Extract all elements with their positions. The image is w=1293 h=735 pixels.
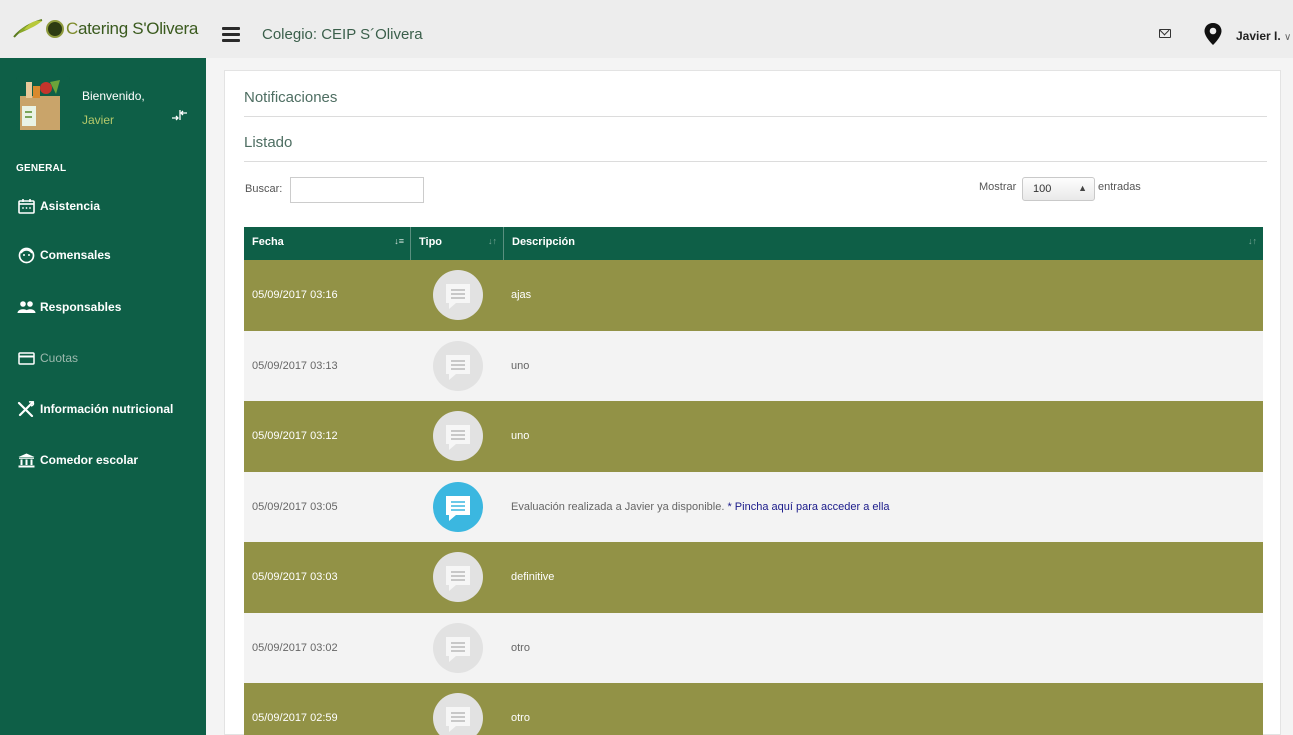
cell-description: otro [504, 642, 1263, 654]
message-icon [432, 270, 483, 321]
cell-date: 05/09/2017 03:12 [252, 430, 338, 443]
cell-date: 05/09/2017 03:13 [252, 359, 338, 372]
table-row[interactable]: 05/09/2017 03:13 uno [244, 330, 1263, 401]
description-text: Evaluación realizada a Javier ya disponi… [511, 500, 725, 513]
sort-icon: ↓↑ [488, 236, 497, 246]
olive-icon [46, 20, 64, 38]
sort-icon: ↓↑ [1248, 236, 1257, 246]
message-icon [432, 622, 483, 673]
cell-type [411, 410, 504, 462]
cell-date: 05/09/2017 03:05 [252, 500, 338, 513]
page-size-select[interactable]: 100 ▲︎ [1022, 177, 1095, 201]
search-label: Buscar: [245, 183, 283, 195]
cell-description: uno [504, 360, 1263, 372]
sidebar-item-label: Responsables [40, 300, 122, 314]
brand-name: Catering S'Olivera [66, 19, 199, 38]
cell-date: 05/09/2017 03:02 [252, 641, 338, 654]
message-icon [432, 340, 483, 391]
table-row[interactable]: 05/09/2017 03:03 definitive [244, 542, 1263, 613]
cell-type [411, 551, 504, 603]
notifications-panel: Notificaciones Listado Buscar: Mostrar 1… [224, 70, 1281, 735]
divider [244, 116, 1267, 117]
description-text: ajas [511, 289, 532, 302]
olive-leaf-icon [13, 19, 43, 38]
cell-type [411, 340, 504, 392]
sidebar-item-label: Información nutricional [40, 402, 174, 416]
user-name: Javier [82, 113, 115, 127]
message-icon [432, 552, 483, 603]
evaluation-link[interactable]: * Pincha aquí para acceder a ella [727, 501, 889, 513]
sort-desc-icon: ↓≡ [394, 236, 404, 246]
table-row[interactable]: 05/09/2017 02:59 otro [244, 683, 1263, 735]
sidebar-item-comedor-escolar[interactable]: Comedor escolar [16, 449, 138, 471]
brand-logo[interactable]: Catering S'Olivera [0, 0, 206, 58]
table-row[interactable]: 05/09/2017 03:16 ajas [244, 260, 1263, 331]
cell-description: ajas [504, 289, 1263, 301]
description-text: uno [511, 430, 530, 443]
people-icon [16, 298, 36, 316]
description-text: definitive [511, 571, 555, 584]
sidebar-item-cuotas[interactable]: Cuotas [16, 347, 78, 369]
description-text: uno [511, 359, 530, 372]
mail-icon[interactable] [1159, 29, 1171, 38]
face-icon [16, 246, 36, 264]
table-row[interactable]: 05/09/2017 03:12 uno [244, 401, 1263, 472]
table-body: 05/09/2017 03:16 ajas 05/09/2017 03:13 uno 0… [244, 260, 1263, 735]
sidebar-item-comensales[interactable]: Comensales [16, 244, 111, 266]
description-text: otro [511, 641, 530, 654]
column-header-fecha[interactable]: Fecha ↓≡ [244, 227, 411, 260]
calendar-icon [16, 197, 36, 215]
cell-type [411, 622, 504, 674]
cell-date: 05/09/2017 03:16 [252, 289, 338, 302]
cell-description: Evaluación realizada a Javier ya disponi… [504, 501, 1263, 513]
cell-description: uno [504, 430, 1263, 442]
sidebar-item-asistencia[interactable]: Asistencia [16, 195, 100, 217]
search-input[interactable] [290, 177, 424, 203]
message-icon [432, 411, 483, 462]
select-arrows-icon: ▲︎ [1078, 183, 1087, 193]
show-label: Mostrar [979, 181, 1017, 193]
sidebar-item-informacion-nutricional[interactable]: Información nutricional [16, 398, 173, 420]
message-icon [432, 481, 483, 532]
column-header-descripcion[interactable]: Descripción ↓↑ [504, 227, 1263, 260]
top-bar: Catering S'Olivera Colegio: CEIP S´Olive… [0, 0, 1293, 58]
table-row[interactable]: 05/09/2017 03:02 otro [244, 612, 1263, 683]
cell-description: definitive [504, 571, 1263, 583]
entries-label: entradas [1098, 181, 1141, 193]
cell-type [411, 692, 504, 735]
collapse-arrows-icon[interactable] [171, 109, 188, 121]
message-icon [432, 693, 483, 735]
location-pin-icon[interactable] [1203, 22, 1223, 46]
avatar[interactable] [16, 76, 70, 130]
page-title: Notificaciones [244, 89, 338, 106]
welcome-text: Bienvenido, [82, 89, 145, 103]
sidebar-item-responsables[interactable]: Responsables [16, 296, 121, 318]
divider [244, 161, 1267, 162]
menu-toggle-icon[interactable] [222, 27, 240, 42]
cell-date: 05/09/2017 02:59 [252, 712, 338, 725]
table-row[interactable]: 05/09/2017 03:05 Evaluación realizada a J… [244, 471, 1263, 542]
column-header-tipo[interactable]: Tipo ↓↑ [411, 227, 504, 260]
sidebar-item-label: Comensales [40, 248, 111, 262]
cell-type [411, 269, 504, 321]
chevron-down-icon: ∨ [1284, 32, 1292, 43]
institution-icon [16, 451, 36, 469]
section-title: Listado [244, 134, 293, 151]
cell-type [411, 481, 504, 533]
cell-description: otro [504, 712, 1263, 724]
sidebar: Bienvenido, Javier GENERAL Asistencia Co… [0, 58, 206, 735]
cutlery-icon [16, 400, 36, 418]
school-title: Colegio: CEIP S´Olivera [262, 26, 423, 43]
user-menu[interactable]: Javier I. ∨ [1236, 29, 1291, 43]
section-label-general: GENERAL [16, 163, 67, 174]
card-icon [16, 349, 36, 367]
table-header: Fecha ↓≡ Tipo ↓↑ Descripción ↓↑ [244, 227, 1263, 260]
sidebar-item-label: Asistencia [40, 199, 101, 213]
sidebar-item-label: Comedor escolar [40, 453, 139, 467]
notifications-table: Fecha ↓≡ Tipo ↓↑ Descripción ↓↑ 05/09/20… [244, 227, 1263, 735]
sidebar-item-label: Cuotas [40, 351, 79, 365]
cell-date: 05/09/2017 03:03 [252, 571, 338, 584]
description-text: otro [511, 712, 530, 725]
